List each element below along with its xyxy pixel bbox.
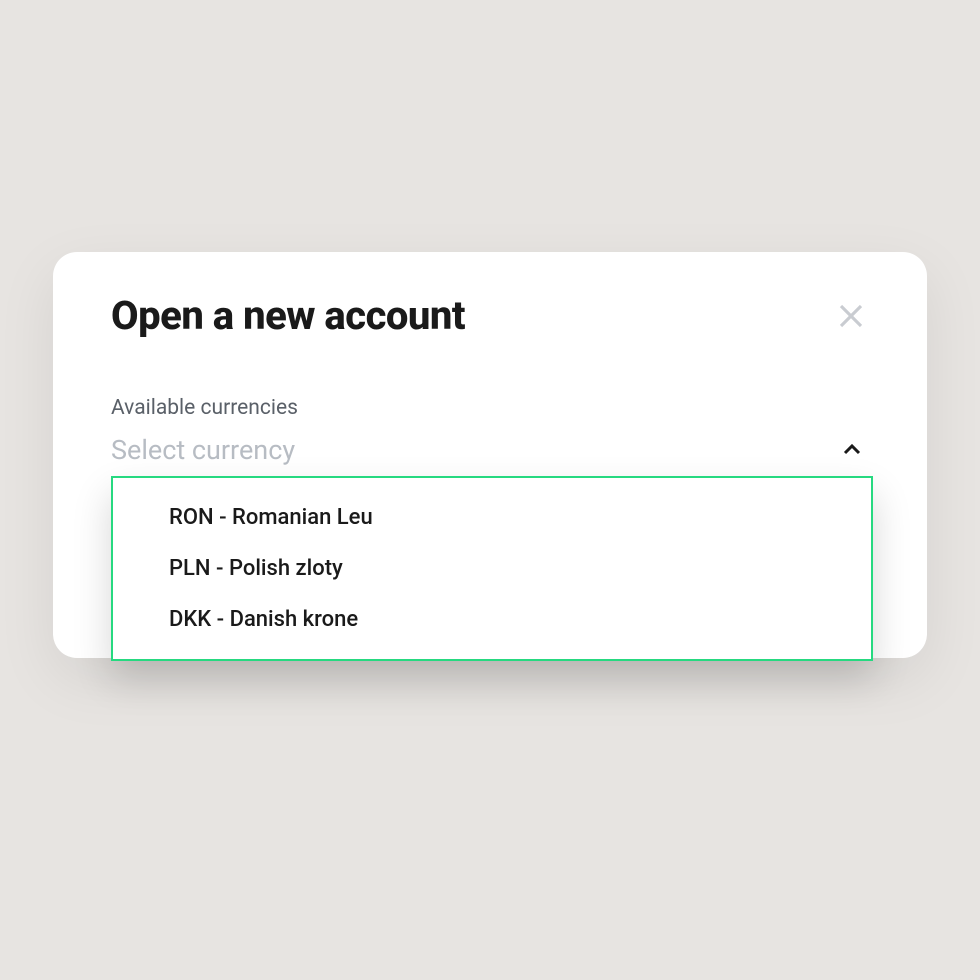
chevron-up-icon bbox=[841, 439, 863, 461]
currency-field: Available currencies Select currency RON… bbox=[111, 396, 869, 478]
select-placeholder: Select currency bbox=[111, 434, 295, 466]
currency-option-dkk[interactable]: DKK - Danish krone bbox=[113, 594, 871, 645]
currency-label: Available currencies bbox=[111, 396, 869, 420]
modal-title: Open a new account bbox=[111, 294, 465, 338]
close-button[interactable] bbox=[833, 298, 869, 334]
currency-option-pln[interactable]: PLN - Polish zloty bbox=[113, 543, 871, 594]
modal-header: Open a new account bbox=[111, 294, 869, 338]
new-account-modal: Open a new account Available currencies … bbox=[53, 252, 927, 658]
currency-select[interactable]: Select currency bbox=[111, 430, 869, 478]
currency-dropdown: RON - Romanian Leu PLN - Polish zloty DK… bbox=[111, 476, 873, 661]
close-icon bbox=[836, 301, 866, 331]
currency-option-ron[interactable]: RON - Romanian Leu bbox=[113, 492, 871, 543]
